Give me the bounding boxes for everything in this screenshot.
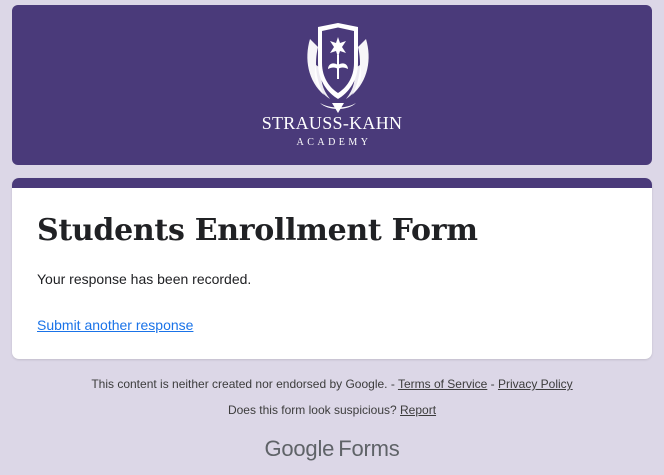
logo-forms-text: Forms xyxy=(338,436,400,461)
crest-shield-icon xyxy=(307,23,369,113)
terms-of-service-link[interactable]: Terms of Service xyxy=(398,377,487,391)
disclaimer: This content is neither created nor endo… xyxy=(0,377,664,391)
footer-separator: - xyxy=(487,377,498,391)
confirmation-message: Your response has been recorded. xyxy=(37,271,252,287)
disclaimer-text: This content is neither created nor endo… xyxy=(91,377,398,391)
form-card: Students Enrollment Form Your response h… xyxy=(12,178,652,359)
submit-another-response-link[interactable]: Submit another response xyxy=(37,317,193,333)
brand-subtitle: ACADEMY xyxy=(296,137,372,148)
suspicious-text: Does this form look suspicious? xyxy=(227,403,401,417)
privacy-policy-link[interactable]: Privacy Policy xyxy=(498,377,573,391)
logo-google-text: Google xyxy=(264,436,335,461)
suspicious-notice: Does this form look suspicious? Report xyxy=(0,403,664,417)
card-accent-bar xyxy=(12,178,652,188)
header-banner: STRAUSS-KAHN ACADEMY xyxy=(12,5,652,165)
google-forms-logo[interactable]: Google Forms xyxy=(0,436,664,462)
form-title: Students Enrollment Form xyxy=(37,213,478,248)
brand-name: STRAUSS-KAHN xyxy=(261,113,403,133)
report-link[interactable]: Report xyxy=(400,403,436,417)
